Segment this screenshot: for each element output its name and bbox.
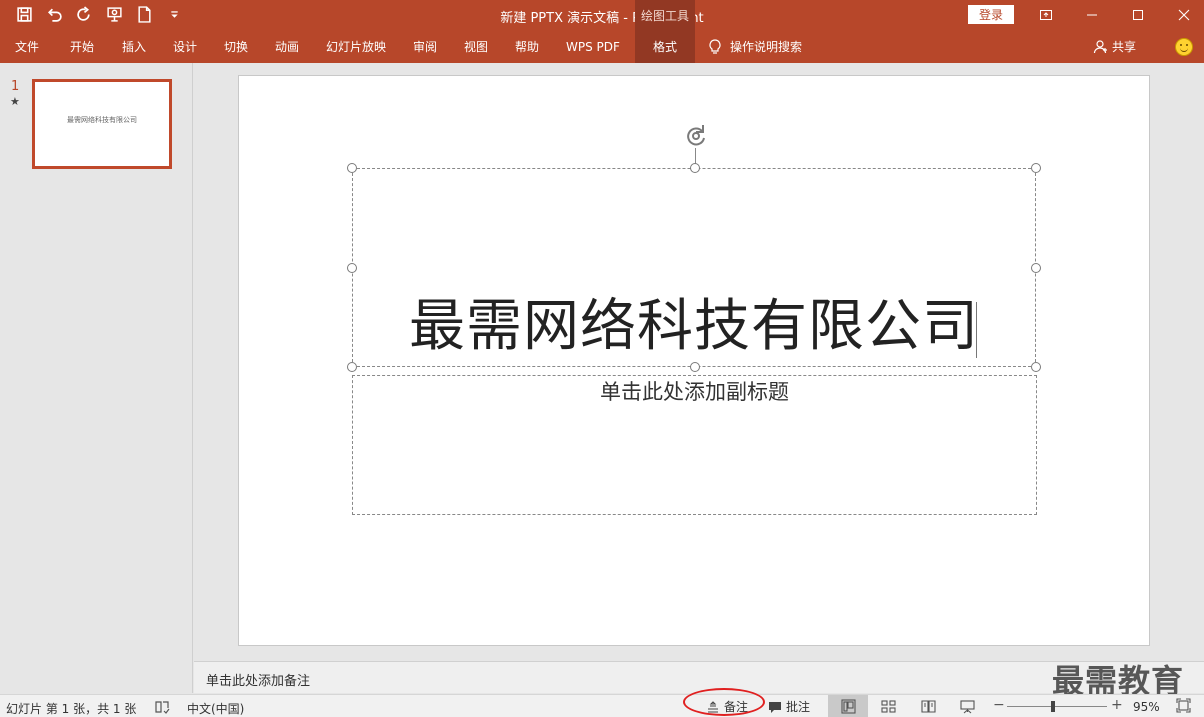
tab-transitions[interactable]: 切换 [222, 30, 250, 63]
slide-thumbnail-pane: 1 ★ 最需网络科技有限公司 [0, 63, 193, 693]
fit-to-window-icon[interactable] [1176, 698, 1192, 714]
close-icon[interactable] [1161, 0, 1204, 30]
resize-handle-bottom-right[interactable] [1031, 362, 1041, 372]
slideshow-view-button[interactable] [953, 695, 981, 717]
comments-toggle-button[interactable]: 批注 [768, 698, 810, 715]
quick-access-toolbar [14, 4, 184, 24]
tab-format[interactable]: 格式 [635, 30, 695, 63]
zoom-in-button[interactable]: + [1111, 697, 1123, 713]
tab-animations[interactable]: 动画 [273, 30, 301, 63]
thumbnail-title-text: 最需网络科技有限公司 [67, 116, 137, 124]
slide-number: 1 [11, 79, 20, 94]
resize-handle-left[interactable] [347, 263, 357, 273]
text-cursor [976, 302, 977, 358]
tell-me-search[interactable]: 操作说明搜索 [708, 30, 802, 63]
lightbulb-icon [709, 38, 721, 54]
undo-icon[interactable] [44, 4, 64, 24]
customize-qat-icon[interactable] [164, 4, 184, 24]
annotation-circle [683, 688, 765, 716]
share-button[interactable]: 共享 [1093, 30, 1136, 63]
animation-star-icon: ★ [10, 95, 20, 108]
new-doc-icon[interactable] [134, 4, 154, 24]
tab-wps-pdf[interactable]: WPS PDF [564, 30, 622, 63]
tab-design[interactable]: 设计 [171, 30, 199, 63]
login-button[interactable]: 登录 [968, 5, 1014, 24]
resize-handle-top-left[interactable] [347, 163, 357, 173]
tab-view[interactable]: 视图 [462, 30, 490, 63]
resize-handle-right[interactable] [1031, 263, 1041, 273]
language-status[interactable]: 中文(中国) [187, 700, 244, 717]
minimize-icon[interactable] [1069, 0, 1115, 30]
present-from-start-icon[interactable] [104, 4, 124, 24]
tab-help[interactable]: 帮助 [513, 30, 541, 63]
share-label: 共享 [1112, 40, 1137, 54]
slide-sorter-icon [880, 699, 896, 713]
tab-insert[interactable]: 插入 [120, 30, 148, 63]
ribbon-tabs: 文件 开始 插入 设计 切换 动画 幻灯片放映 审阅 视图 帮助 WPS PDF… [0, 30, 1204, 63]
resize-handle-top-right[interactable] [1031, 163, 1041, 173]
resize-handle-top[interactable] [690, 163, 700, 173]
save-icon[interactable] [14, 4, 34, 24]
accessibility-check-icon[interactable] [154, 699, 170, 715]
resize-handle-bottom[interactable] [690, 362, 700, 372]
redo-icon[interactable] [74, 4, 94, 24]
title-bar: 新建 PPTX 演示文稿 - PowerPoint 绘图工具 登录 [0, 0, 1204, 30]
status-bar: 幻灯片 第 1 张，共 1 张 中文(中国) 备注 批注 − + 95% [0, 694, 1204, 717]
zoom-out-button[interactable]: − [993, 697, 1005, 713]
tab-home[interactable]: 开始 [68, 30, 96, 63]
ribbon-display-options-icon[interactable] [1023, 0, 1069, 30]
slide-sorter-view-button[interactable] [874, 695, 902, 717]
feedback-smiley-icon[interactable] [1175, 38, 1193, 56]
zoom-slider-track[interactable] [1007, 706, 1107, 707]
notes-placeholder[interactable]: 单击此处添加备注 [206, 670, 310, 689]
subtitle-placeholder[interactable]: 单击此处添加副标题 [352, 376, 1037, 406]
tab-review[interactable]: 审阅 [411, 30, 439, 63]
slide-count-status: 幻灯片 第 1 张，共 1 张 [6, 702, 137, 716]
normal-view-icon [840, 698, 856, 714]
context-tab-group-label: 绘图工具 [635, 0, 695, 30]
reading-view-icon [920, 699, 936, 713]
reading-view-button[interactable] [914, 695, 942, 717]
resize-handle-bottom-left[interactable] [347, 362, 357, 372]
tab-file[interactable]: 文件 [13, 30, 41, 63]
tab-slideshow[interactable]: 幻灯片放映 [324, 30, 388, 63]
tell-me-label: 操作说明搜索 [730, 40, 803, 54]
comment-icon [769, 701, 781, 713]
maximize-icon[interactable] [1115, 0, 1161, 30]
person-icon [1093, 40, 1107, 54]
zoom-level[interactable]: 95% [1133, 700, 1160, 714]
comments-toggle-label: 批注 [786, 700, 811, 714]
slide-title[interactable]: 最需网络科技有限公司 [352, 292, 1036, 362]
zoom-slider-handle[interactable] [1051, 701, 1055, 712]
slide-thumbnail[interactable]: 最需网络科技有限公司 [32, 79, 172, 169]
slideshow-icon [959, 699, 975, 713]
normal-view-button[interactable] [828, 695, 868, 717]
rotate-handle-icon[interactable] [682, 123, 710, 149]
window-controls [1023, 0, 1204, 30]
